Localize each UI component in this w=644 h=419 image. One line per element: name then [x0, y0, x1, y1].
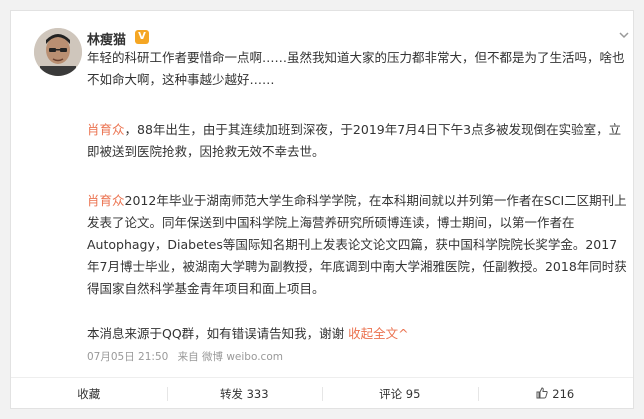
- comment-label: 评论 95: [379, 387, 421, 401]
- like-button[interactable]: 216: [477, 378, 634, 410]
- thumbs-up-icon: [536, 386, 548, 402]
- name-link[interactable]: 肖育众: [87, 122, 125, 137]
- avatar[interactable]: [34, 28, 82, 76]
- repost-button[interactable]: 转发 333: [166, 378, 323, 410]
- post-time[interactable]: 07月05日 21:50: [87, 351, 168, 363]
- comment-button[interactable]: 评论 95: [322, 378, 478, 410]
- collapse-link[interactable]: 收起全文^: [348, 326, 408, 341]
- avatar-image: [34, 28, 82, 76]
- paragraph-text: 2012年毕业于湖南师范大学生命科学学院，在本科期间就以并列第一作者在SCI二区…: [87, 193, 627, 296]
- paragraph-text: ，88年出生，由于其连续加班到深夜，于2019年7月4日下午3点多被发现倒在实验…: [87, 122, 622, 159]
- post-paragraph-2: 肖育众，88年出生，由于其连续加班到深夜，于2019年7月4日下午3点多被发现倒…: [87, 119, 627, 163]
- verified-badge-icon: V: [135, 30, 149, 44]
- action-bar: 收藏 转发 333 评论 95 216: [11, 378, 633, 410]
- repost-label: 转发 333: [219, 387, 269, 401]
- post-meta: 07月05日 21:50 来自 微博 weibo.com: [87, 349, 289, 364]
- post-source[interactable]: 来自 微博 weibo.com: [178, 351, 283, 363]
- weibo-post-card: 林瘦猫 V 年轻的科研工作者要惜命一点啊……虽然我知道大家的压力都非常大，但不都…: [10, 10, 634, 409]
- post-paragraph-1: 年轻的科研工作者要惜命一点啊……虽然我知道大家的压力都非常大，但不都是为了生活吗…: [87, 50, 625, 87]
- post-paragraph-3: 肖育众2012年毕业于湖南师范大学生命科学学院，在本科期间就以并列第一作者在SC…: [87, 190, 627, 300]
- favorite-button[interactable]: 收藏: [11, 378, 167, 410]
- author-name[interactable]: 林瘦猫: [87, 29, 126, 48]
- like-count: 216: [552, 387, 575, 401]
- favorite-label: 收藏: [77, 387, 101, 401]
- source-note: 本消息来源于QQ群，如有错误请告知我，谢谢: [87, 326, 349, 341]
- chevron-down-icon[interactable]: [617, 29, 631, 43]
- post-paragraph-4: 本消息来源于QQ群，如有错误请告知我，谢谢 收起全文^: [87, 323, 627, 345]
- name-link[interactable]: 肖育众: [87, 193, 125, 208]
